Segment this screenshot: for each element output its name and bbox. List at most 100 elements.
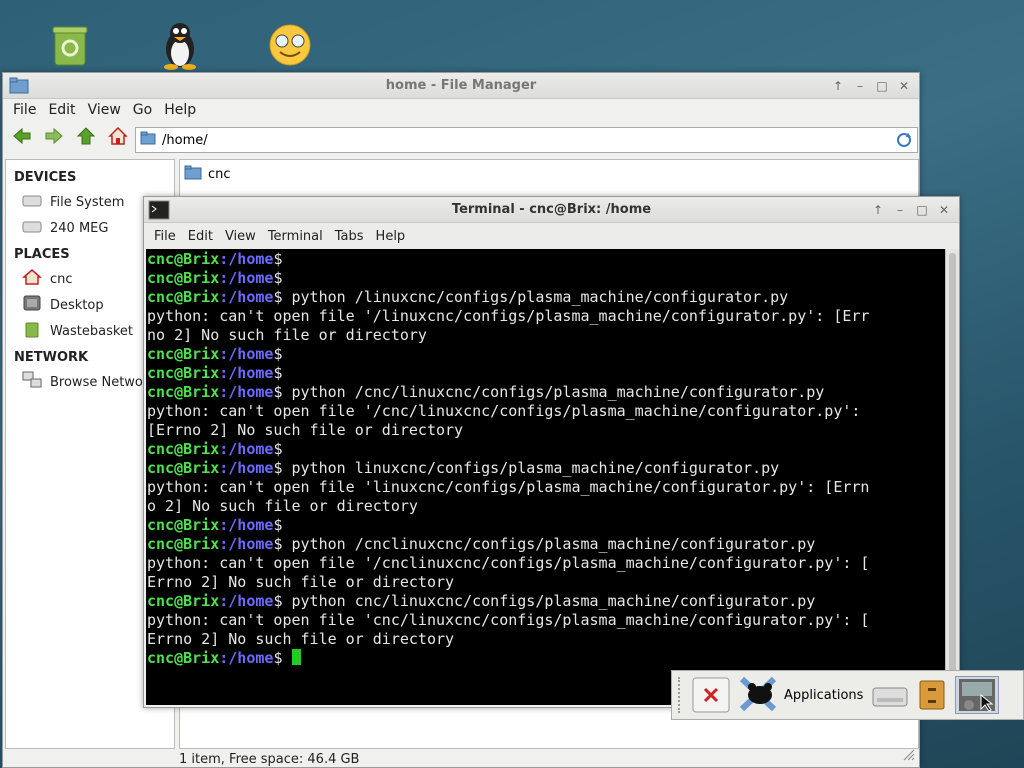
menu-edit[interactable]: Edit	[182, 229, 219, 244]
prompt-sign: $	[273, 440, 283, 458]
menu-terminal[interactable]: Terminal	[262, 229, 329, 244]
window-title: home - File Manager	[385, 78, 537, 93]
prompt-user: cnc@Brix	[147, 516, 220, 534]
terminal-text: python /cnclinuxcnc/configs/plasma_machi…	[282, 535, 816, 553]
menu-view[interactable]: View	[82, 102, 127, 118]
menu-go[interactable]: Go	[127, 102, 158, 118]
drive-icon[interactable]	[871, 676, 909, 714]
terminal-line: cnc@Brix:/home$	[147, 250, 947, 269]
terminal-line: Errno 2] No such file or directory	[147, 630, 947, 649]
location-bar[interactable]: /home/	[135, 127, 918, 153]
home-icon[interactable]	[107, 125, 129, 147]
terminal-window[interactable]: Terminal - cnc@Brix: /home ↑ – □ ✕ File …	[143, 196, 960, 708]
sidebar-item-label: File System	[50, 194, 125, 210]
folder-icon	[140, 131, 156, 149]
shade-button[interactable]: ↑	[869, 201, 887, 219]
scrollbar-thumb[interactable]	[949, 253, 956, 701]
close-button[interactable]: ✕	[895, 77, 913, 95]
prompt-user: cnc@Brix	[147, 440, 220, 458]
terminal-text: Errno 2] No such file or directory	[147, 630, 455, 648]
terminal-text: python /linuxcnc/configs/plasma_machine/…	[282, 288, 789, 306]
prompt-path: :/home	[219, 269, 274, 287]
sidebar-item-label: Wastebasket	[50, 323, 134, 339]
prompt-user: cnc@Brix	[147, 592, 220, 610]
terminal-line: cnc@Brix:/home$	[147, 345, 947, 364]
close-button[interactable]: ✕	[935, 201, 953, 219]
terminal-line: o 2] No such file or directory	[147, 497, 947, 516]
terminal-line: cnc@Brix:/home$	[147, 649, 947, 668]
terminal-line: cnc@Brix:/home$ python /linuxcnc/configs…	[147, 288, 947, 307]
trash-icon[interactable]	[45, 20, 95, 70]
terminal-text: [Errno 2] No such file or directory	[147, 421, 464, 439]
minimize-button[interactable]: –	[851, 77, 869, 95]
terminal-line: python: can't open file '/cnclinuxcnc/co…	[147, 554, 947, 573]
tux-icon[interactable]	[155, 20, 205, 70]
maximize-button[interactable]: □	[873, 77, 891, 95]
up-icon[interactable]	[75, 125, 97, 147]
terminal-text: Errno 2] No such file or directory	[147, 573, 455, 591]
drive-icon	[22, 219, 42, 237]
terminal-text: python cnc/linuxcnc/configs/plasma_machi…	[282, 592, 816, 610]
sidebar-item-label: 240 MEG	[50, 220, 109, 236]
prompt-path: :/home	[219, 345, 274, 363]
prompt-user: cnc@Brix	[147, 269, 220, 287]
resize-grip-icon[interactable]	[903, 749, 915, 765]
terminal-line: python: can't open file 'cnc/linuxcnc/co…	[147, 611, 947, 630]
terminal-text: python: can't open file 'cnc/linuxcnc/co…	[147, 611, 870, 629]
file-manager-titlebar[interactable]: home - File Manager ↑ – □ ✕	[3, 73, 919, 99]
menu-tabs[interactable]: Tabs	[329, 229, 370, 244]
terminal-line: cnc@Brix:/home$ python /cnclinuxcnc/conf…	[147, 535, 947, 554]
minimize-button[interactable]: –	[891, 201, 909, 219]
menu-file[interactable]: File	[148, 229, 182, 244]
prompt-path: :/home	[219, 516, 274, 534]
list-item[interactable]: cnc	[180, 160, 918, 189]
terminal-titlebar[interactable]: Terminal - cnc@Brix: /home ↑ – □ ✕	[144, 197, 959, 223]
panel-handle[interactable]	[678, 677, 684, 713]
terminal-output[interactable]: cnc@Brix:/home$ cnc@Brix:/home$ cnc@Brix:/…	[146, 249, 947, 705]
menu-help[interactable]: Help	[370, 229, 412, 244]
menu-file[interactable]: File	[7, 102, 42, 118]
sidebar-item-label: Browse Network	[50, 374, 156, 390]
close-window-icon[interactable]	[692, 676, 730, 714]
prompt-user: cnc@Brix	[147, 345, 220, 363]
prompt-path: :/home	[219, 459, 274, 477]
terminal-scrollbar[interactable]	[945, 249, 959, 705]
shade-button[interactable]: ↑	[829, 77, 847, 95]
text-cursor	[291, 649, 301, 665]
menu-view[interactable]: View	[219, 229, 262, 244]
reload-icon[interactable]	[895, 131, 913, 153]
prompt-user: cnc@Brix	[147, 364, 220, 382]
prompt-path: :/home	[219, 649, 274, 667]
menu-edit[interactable]: Edit	[42, 102, 81, 118]
home-icon	[22, 268, 42, 290]
forward-icon[interactable]	[43, 125, 65, 147]
terminal-text: python linuxcnc/configs/plasma_machine/c…	[282, 459, 780, 477]
prompt-path: :/home	[219, 250, 274, 268]
menu-help[interactable]: Help	[158, 102, 202, 118]
smiley-icon[interactable]	[265, 20, 315, 70]
devices-header: DEVICES	[14, 170, 77, 185]
terminal-text: o 2] No such file or directory	[147, 497, 418, 515]
terminal-line: cnc@Brix:/home$ python cnc/linuxcnc/conf…	[147, 592, 947, 611]
terminal-line: cnc@Brix:/home$	[147, 269, 947, 288]
prompt-user: cnc@Brix	[147, 535, 220, 553]
maximize-button[interactable]: □	[913, 201, 931, 219]
terminal-line: cnc@Brix:/home$ python linuxcnc/configs/…	[147, 459, 947, 478]
prompt-sign: $	[273, 364, 283, 382]
prompt-path: :/home	[219, 592, 274, 610]
prompt-path: :/home	[219, 288, 274, 306]
prompt-sign: $	[273, 516, 283, 534]
applications-menu-button[interactable]: Applications	[738, 676, 863, 714]
file-cabinet-icon[interactable]	[917, 676, 947, 714]
xfce-mouse-icon	[738, 673, 778, 717]
terminal-menubar: File Edit View Terminal Tabs Help	[144, 223, 959, 249]
prompt-sign: $	[273, 269, 283, 287]
back-icon[interactable]	[11, 125, 33, 147]
window-list-icon[interactable]	[955, 676, 1000, 714]
prompt-sign: $	[273, 345, 283, 363]
file-manager-menubar: File Edit View Go Help	[3, 99, 919, 121]
terminal-line: python: can't open file '/cnc/linuxcnc/c…	[147, 402, 947, 421]
folder-icon	[184, 165, 202, 184]
terminal-text: python: can't open file '/linuxcnc/confi…	[147, 307, 870, 325]
